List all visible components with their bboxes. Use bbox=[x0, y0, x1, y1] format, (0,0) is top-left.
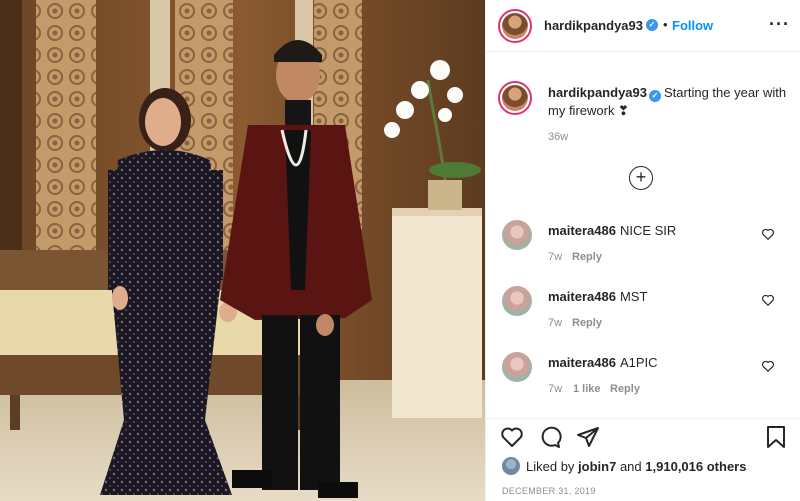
separator-dot: • bbox=[663, 17, 668, 32]
more-options-icon[interactable]: ··· bbox=[769, 14, 790, 35]
like-heart-icon[interactable] bbox=[500, 425, 524, 449]
liked-by-prefix: Liked by bbox=[526, 459, 575, 474]
caption-age[interactable]: 36w bbox=[548, 131, 568, 143]
heart-outline-icon[interactable] bbox=[761, 359, 775, 373]
commenter-avatar[interactable] bbox=[502, 352, 532, 382]
caption-verified-icon: ✓ bbox=[649, 90, 661, 102]
comment-username[interactable]: maitera486 bbox=[548, 289, 616, 304]
commenter-avatar[interactable] bbox=[502, 220, 532, 250]
comment-likes-count[interactable]: 1 like bbox=[573, 383, 601, 395]
post-details-panel: hardikpandya93 ✓ • Follow ··· hardikpand… bbox=[485, 0, 800, 501]
comment-text: maitera486 MST bbox=[548, 289, 647, 304]
comment-body: MST bbox=[619, 289, 648, 304]
liker-avatar[interactable] bbox=[502, 457, 520, 475]
post-caption: hardikpandya93 ✓ Starting the year with my… bbox=[548, 84, 788, 120]
comment-text: maitera486 A1PIC bbox=[548, 355, 658, 370]
likes-others-count[interactable]: 1,910,016 others bbox=[645, 459, 746, 474]
comment-age[interactable]: 7w bbox=[548, 317, 562, 329]
share-send-icon[interactable] bbox=[576, 425, 600, 449]
comment-reply-label: Reply bbox=[572, 317, 602, 329]
comment-item: maitera486 MST 7w Reply bbox=[486, 286, 800, 351]
post-photo[interactable] bbox=[0, 0, 485, 501]
comment-reply-button[interactable]: Reply bbox=[572, 317, 602, 329]
comment-reply-label: Reply bbox=[572, 251, 602, 263]
comment-body: NICE SIR bbox=[619, 223, 677, 238]
post-date[interactable]: DECEMBER 31, 2019 bbox=[502, 486, 596, 496]
author-username[interactable]: hardikpandya93 bbox=[544, 18, 643, 33]
comment-reply-button[interactable]: Reply bbox=[610, 383, 640, 395]
follow-button[interactable]: Follow bbox=[672, 18, 713, 33]
post-actions-bar bbox=[486, 418, 800, 458]
comment-likes-label: 1 like bbox=[573, 383, 601, 395]
likes-and: and bbox=[619, 459, 642, 474]
commenter-avatar[interactable] bbox=[502, 286, 532, 316]
comment-age[interactable]: 7w bbox=[548, 251, 562, 263]
comment-reply-button[interactable]: Reply bbox=[572, 251, 602, 263]
comment-reply-label: Reply bbox=[610, 383, 640, 395]
comment-item: maitera486 NICE SIR 7w Reply bbox=[486, 220, 800, 285]
post-header: hardikpandya93 ✓ • Follow ··· bbox=[486, 0, 800, 52]
load-more-comments-icon[interactable]: + bbox=[629, 166, 653, 190]
comment-item: maitera486 A1PIC 7w 1 like Reply bbox=[486, 352, 800, 417]
heart-outline-icon[interactable] bbox=[761, 227, 775, 241]
comment-age[interactable]: 7w bbox=[548, 383, 562, 395]
save-bookmark-icon[interactable] bbox=[765, 425, 787, 449]
heart-outline-icon[interactable] bbox=[761, 293, 775, 307]
liked-by-user[interactable]: jobin7 bbox=[578, 459, 616, 474]
comment-body: A1PIC bbox=[619, 355, 658, 370]
post-image bbox=[0, 0, 485, 501]
comment-username[interactable]: maitera486 bbox=[548, 223, 616, 238]
caption-username[interactable]: hardikpandya93 bbox=[548, 85, 647, 100]
comment-bubble-icon[interactable] bbox=[538, 425, 562, 449]
comment-text: maitera486 NICE SIR bbox=[548, 223, 676, 238]
verified-badge-icon: ✓ bbox=[646, 19, 658, 31]
caption-author-avatar[interactable] bbox=[498, 81, 532, 115]
comment-username[interactable]: maitera486 bbox=[548, 355, 616, 370]
author-avatar[interactable] bbox=[498, 9, 532, 43]
